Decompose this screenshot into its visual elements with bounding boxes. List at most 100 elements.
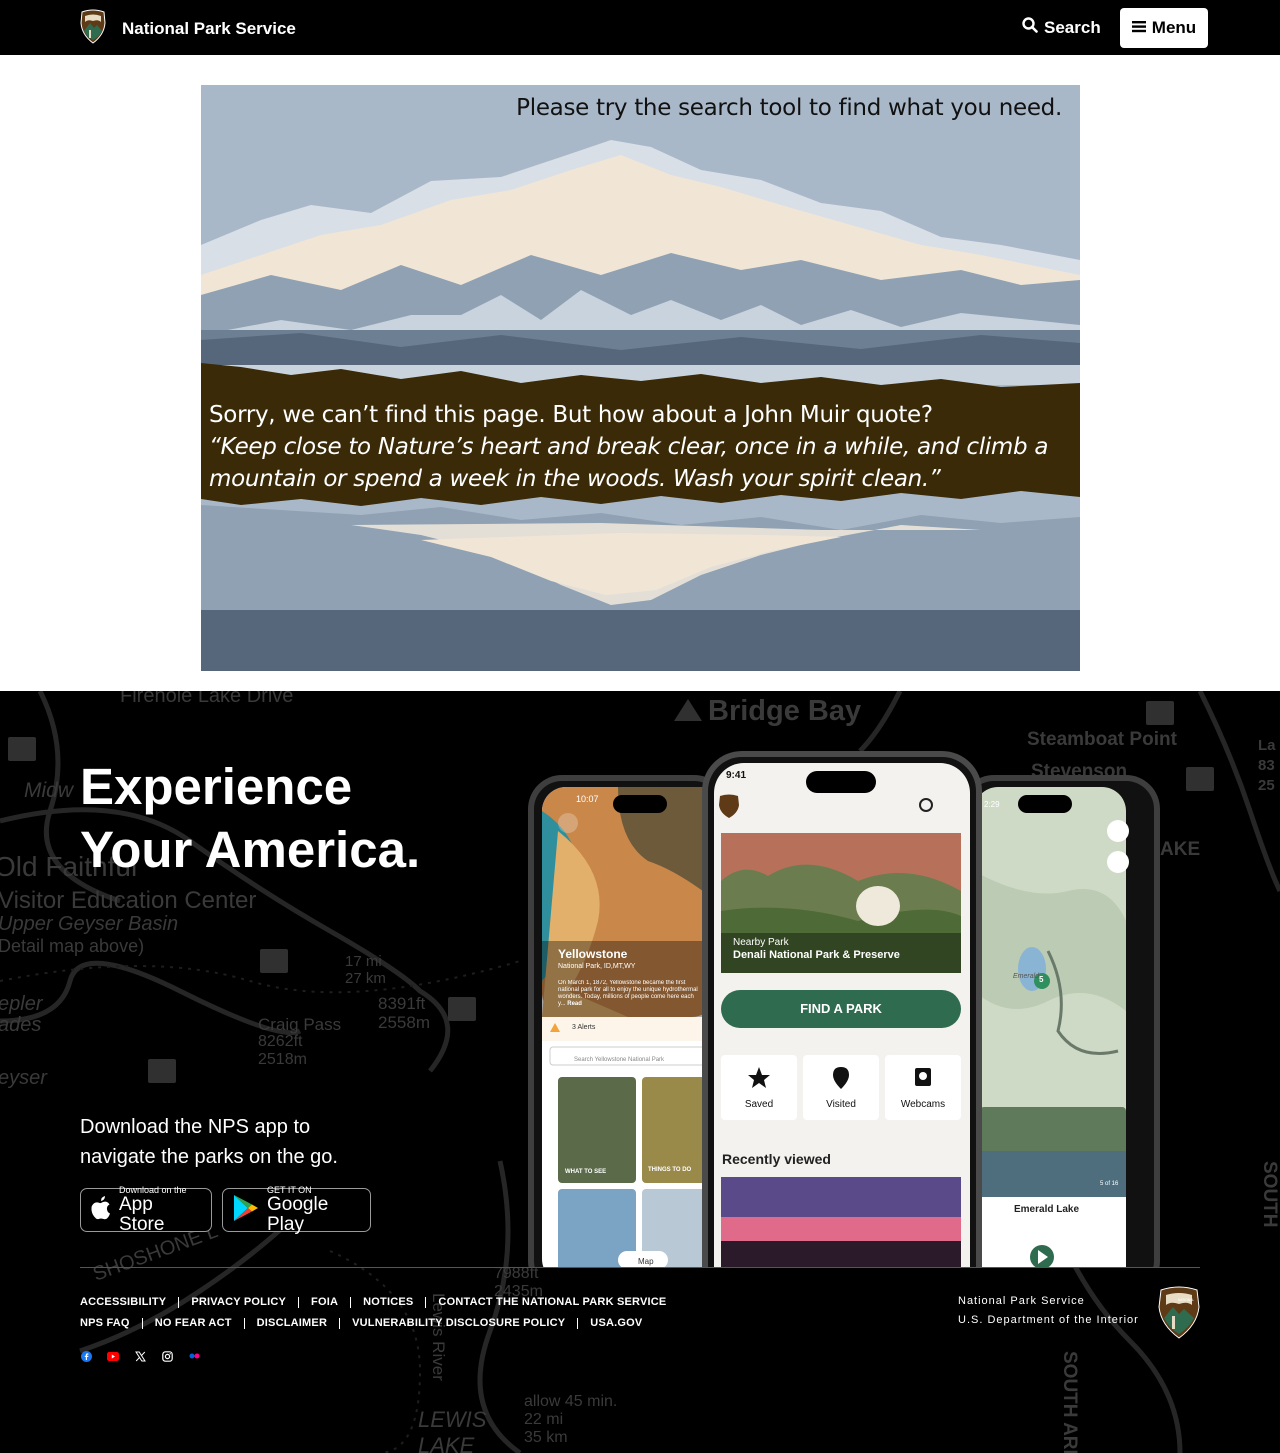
app-download-text: Download the NPS app to navigate the par… bbox=[80, 1112, 338, 1172]
department-name: U.S. Department of the Interior bbox=[958, 1314, 1139, 1326]
map-label: 17 mi bbox=[345, 953, 382, 970]
footer-link-usa-gov[interactable]: USA.GOV bbox=[590, 1313, 642, 1334]
google-play-badge[interactable]: GET IT ON Google Play bbox=[222, 1185, 371, 1235]
right-phone-time: 2:29 bbox=[984, 800, 1000, 809]
link-separator bbox=[243, 1318, 245, 1329]
map-label: 25 bbox=[1258, 777, 1275, 794]
nearby-park-name: Denali National Park & Preserve bbox=[733, 949, 900, 961]
map-label: LEWIS bbox=[418, 1407, 487, 1432]
read-more-link: Read bbox=[567, 1001, 582, 1007]
webcams-tile-label: Webcams bbox=[900, 1099, 946, 1110]
map-label: eyser bbox=[0, 1067, 47, 1089]
map-label: Midw bbox=[24, 779, 74, 802]
left-phone-time: 10:07 bbox=[576, 794, 599, 804]
map-label: AKE bbox=[1160, 839, 1201, 860]
x-twitter-icon[interactable] bbox=[134, 1350, 146, 1362]
site-brand[interactable]: National Park Service bbox=[80, 9, 296, 49]
link-separator bbox=[425, 1297, 427, 1308]
map-label: Visitor Education Center bbox=[0, 887, 257, 914]
instagram-icon[interactable] bbox=[161, 1350, 173, 1362]
google-play-icon bbox=[233, 1194, 259, 1227]
map-button-label: Map bbox=[638, 1257, 654, 1266]
youtube-icon[interactable] bbox=[107, 1350, 119, 1362]
footer-link-notices[interactable]: NOTICES bbox=[363, 1292, 413, 1313]
footer-links-row: NPS FAQ NO FEAR ACT DISCLAIMER VULNERABI… bbox=[80, 1313, 940, 1334]
recently-viewed-heading: Recently viewed bbox=[722, 1151, 831, 1167]
map-label: epler bbox=[0, 993, 43, 1015]
headline-line: Experience bbox=[80, 758, 353, 815]
search-suggestion-text: Please try the search tool to find what … bbox=[516, 95, 1062, 121]
badge-big-text: App Store bbox=[119, 1194, 165, 1235]
page-not-found-image: Please try the search tool to find what … bbox=[201, 85, 1080, 671]
nearby-park-label: Nearby Park bbox=[733, 937, 789, 948]
footer-link-accessibility[interactable]: ACCESSIBILITY bbox=[80, 1292, 166, 1313]
error-message-line: Sorry, we can’t find this page. But how … bbox=[209, 402, 933, 428]
download-text-line: navigate the parks on the go. bbox=[80, 1146, 338, 1168]
map-label: 22 mi bbox=[524, 1411, 564, 1428]
headline-line: Your America. bbox=[80, 821, 421, 878]
footer-link-vulnerability-disclosure[interactable]: VULNERABILITY DISCLOSURE POLICY bbox=[352, 1313, 565, 1334]
link-separator bbox=[178, 1297, 180, 1308]
top-navigation-bar: National Park Service Search Menu bbox=[0, 0, 1280, 55]
app-store-badge[interactable]: Download on the App Store bbox=[80, 1185, 212, 1235]
link-separator bbox=[141, 1318, 143, 1329]
footer-link-contact[interactable]: CONTACT THE NATIONAL PARK SERVICE bbox=[438, 1292, 666, 1313]
app-promo-headline: Experience Your America. bbox=[80, 755, 420, 881]
site-name[interactable]: National Park Service bbox=[122, 19, 296, 39]
link-separator bbox=[350, 1297, 352, 1308]
hamburger-icon bbox=[1131, 18, 1146, 38]
photo-counter: 5 of 16 bbox=[1100, 1181, 1119, 1187]
download-text-line: Download the NPS app to bbox=[80, 1116, 311, 1138]
map-label: Firehole Lake Drive bbox=[120, 691, 294, 707]
flickr-icon[interactable] bbox=[188, 1350, 200, 1362]
map-label: 27 km bbox=[345, 970, 386, 987]
search-button[interactable]: Search bbox=[1022, 17, 1101, 38]
footer-link-nps-faq[interactable]: NPS FAQ bbox=[80, 1313, 130, 1334]
map-label: ades bbox=[0, 1014, 42, 1036]
map-label: allow 45 min. bbox=[524, 1393, 618, 1410]
footer-link-privacy-policy[interactable]: PRIVACY POLICY bbox=[191, 1292, 286, 1313]
phone-time: 9:41 bbox=[726, 770, 747, 781]
facebook-icon[interactable] bbox=[80, 1350, 92, 1362]
logo-lettering: NATIONAL bbox=[1178, 1298, 1194, 1302]
left-phone-states: National Park, ID,MT,WY bbox=[558, 963, 636, 970]
map-label: 2558m bbox=[378, 1013, 430, 1032]
link-separator bbox=[339, 1318, 341, 1329]
place-title: Emerald Lake bbox=[1014, 1204, 1080, 1215]
map-label: 8391ft bbox=[378, 994, 426, 1013]
footer-links: ACCESSIBILITY PRIVACY POLICY FOIA NOTICE… bbox=[80, 1292, 940, 1334]
mountain-illustration bbox=[201, 85, 1080, 671]
left-phone-blurb: On March 1, 1872, Yellowstone became the… bbox=[558, 980, 700, 1008]
map-label: SOUTH ARM bbox=[1059, 1351, 1080, 1453]
app-store-text: Download on the App Store bbox=[119, 1185, 201, 1235]
main-content: Please try the search tool to find what … bbox=[0, 55, 1280, 691]
menu-button[interactable]: Menu bbox=[1120, 8, 1208, 48]
map-label: 35 km bbox=[524, 1429, 568, 1446]
link-separator bbox=[298, 1297, 300, 1308]
map-label: Bridge Bay bbox=[708, 695, 862, 727]
muir-quote-line: “Keep close to Nature’s heart and break … bbox=[209, 434, 1049, 460]
visited-tile-label: Visited bbox=[826, 1099, 856, 1110]
search-label: Search bbox=[1044, 17, 1101, 37]
nps-arrowhead-logo[interactable]: NATIONAL bbox=[1158, 1285, 1200, 1344]
find-a-park-button: FIND A PARK bbox=[800, 1001, 882, 1016]
social-links bbox=[80, 1350, 200, 1362]
agency-name: National Park Service bbox=[958, 1295, 1085, 1307]
search-icon bbox=[1022, 17, 1038, 38]
map-label: LAKE bbox=[418, 1433, 475, 1453]
footer-link-foia[interactable]: FOIA bbox=[311, 1292, 338, 1313]
alerts-count: 3 Alerts bbox=[572, 1024, 596, 1031]
link-separator bbox=[577, 1318, 579, 1329]
map-label: 83 bbox=[1258, 757, 1275, 774]
footer-link-disclaimer[interactable]: DISCLAIMER bbox=[257, 1313, 327, 1334]
saved-tile-label: Saved bbox=[744, 1099, 774, 1110]
map-label: 2518m bbox=[258, 1051, 307, 1068]
badge-big-text: Google Play bbox=[267, 1194, 329, 1235]
menu-label: Menu bbox=[1151, 18, 1197, 37]
google-play-text: GET IT ON Google Play bbox=[267, 1185, 360, 1235]
what-to-see-label: WHAT TO SEE bbox=[565, 1169, 607, 1175]
footer-link-no-fear-act[interactable]: NO FEAR ACT bbox=[155, 1313, 232, 1334]
map-label: Upper Geyser Basin bbox=[0, 913, 179, 935]
site-footer: Firehole Lake Drive Bridge Bay Steamboat… bbox=[0, 691, 1280, 1453]
footer-links-row: ACCESSIBILITY PRIVACY POLICY FOIA NOTICE… bbox=[80, 1292, 940, 1313]
